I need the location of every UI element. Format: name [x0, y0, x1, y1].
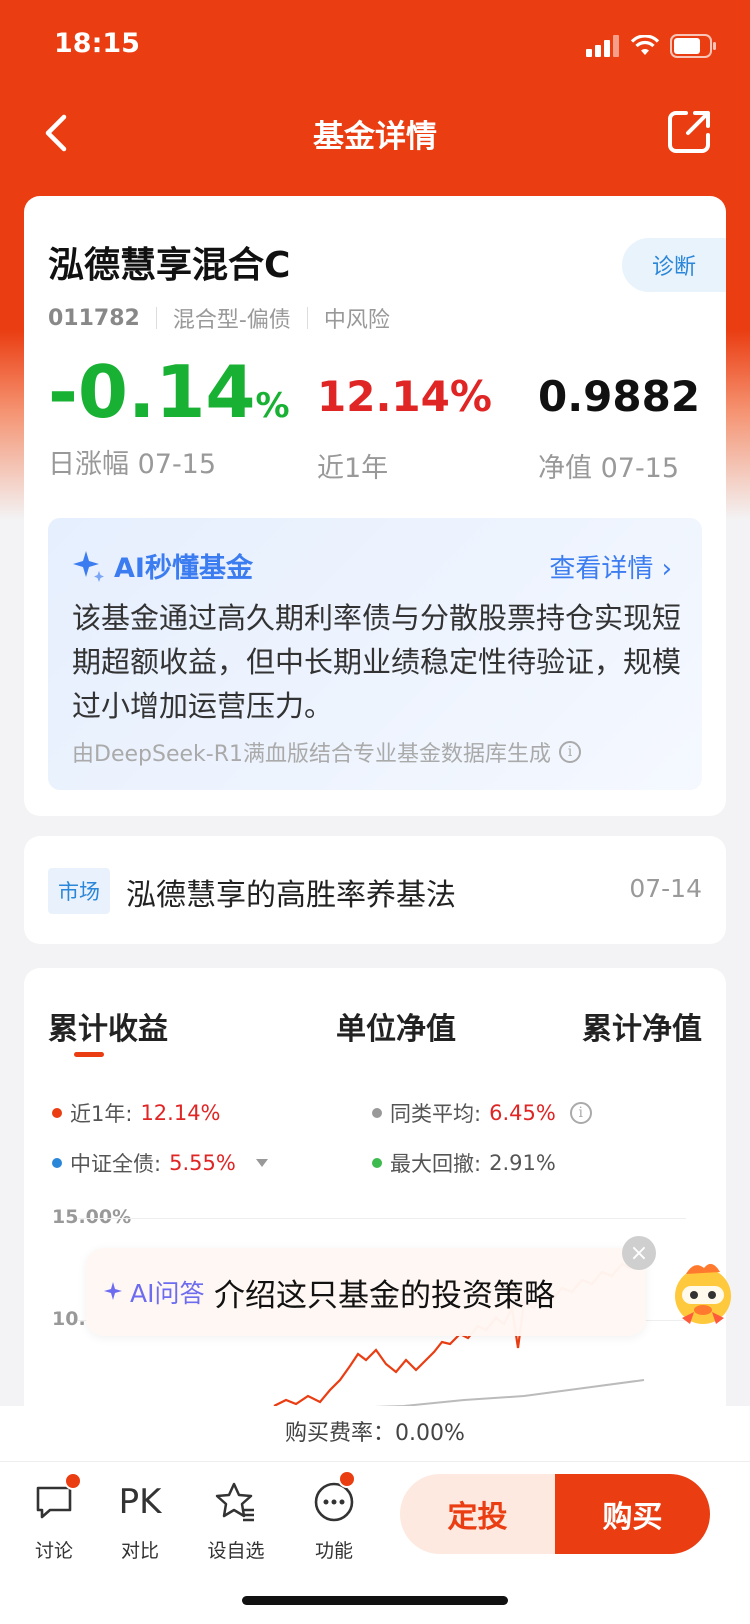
ai-summary-header: AI秒懂基金 [72, 546, 253, 585]
wifi-icon [630, 35, 660, 55]
trade-buttons: 定投 购买 [400, 1474, 710, 1554]
auto-invest-button[interactable]: 定投 [400, 1474, 555, 1554]
sparkle-icon [73, 550, 104, 582]
grid-line [78, 1218, 686, 1219]
star-list-icon [196, 1478, 276, 1526]
daily-change-label: 日涨幅 07-15 [48, 449, 217, 480]
chat-icon [14, 1472, 94, 1526]
legend-item-max-drawdown: 最大回撤: 2.91% [372, 1148, 556, 1178]
fund-risk: 中风险 [323, 308, 390, 333]
battery-icon [670, 34, 716, 58]
add-watchlist-button[interactable]: 设自选 [196, 1478, 276, 1563]
ai-ask-question: 介绍这只基金的投资策略 [214, 1278, 555, 1314]
daily-change-metric: -0.14% 日涨幅 07-15 [48, 356, 290, 481]
news-card[interactable]: 市场 泓德慧享的高胜率养基法 07-14 [24, 836, 726, 944]
news-date: 07-14 [629, 874, 702, 903]
share-button[interactable] [664, 105, 716, 157]
legend-dot [372, 1108, 382, 1118]
ai-ask-tag: AI问答 [104, 1274, 204, 1310]
tab-cumulative-return[interactable]: 累计收益 [48, 1004, 168, 1048]
more-icon [294, 1470, 374, 1526]
buy-button[interactable]: 购买 [555, 1474, 710, 1554]
notification-badge [64, 1472, 82, 1490]
ai-details-link[interactable]: 查看详情 › [549, 548, 672, 585]
y-tick-label: 15.00% [52, 1206, 132, 1228]
nav-label: 净值 07-15 [538, 453, 680, 484]
page-title: 基金详情 [313, 119, 437, 155]
chevron-right-icon: › [661, 554, 672, 584]
notification-badge [338, 1470, 356, 1488]
legend-item-1y: 近1年: 12.14% [52, 1098, 221, 1128]
year-return-label: 近1年 [317, 453, 389, 484]
info-icon[interactable]: i [569, 1102, 592, 1124]
mascot-icon[interactable] [664, 1252, 742, 1330]
caret-down-icon [255, 1159, 268, 1167]
home-indicator [242, 1596, 508, 1605]
legend-item-peer-average: 同类平均: 6.45% i [372, 1098, 592, 1128]
news-tag: 市场 [48, 868, 110, 914]
legend-dot [52, 1108, 62, 1118]
chart-tabs: 累计收益 单位净值 累计净值 [48, 1004, 702, 1074]
purchase-fee-bar: 购买费率：0.00% [0, 1406, 750, 1462]
signal-icon [586, 35, 619, 57]
year-return-metric: 12.14% 近1年 [317, 376, 492, 485]
fund-meta: 011782 混合型-偏债 中风险 [48, 302, 390, 334]
fund-summary-card: 泓德慧享混合C 诊断 011782 混合型-偏债 中风险 -0.14% 日涨幅 … [24, 196, 726, 816]
pk-icon: PK [118, 1482, 162, 1522]
tab-unit-nav[interactable]: 单位净值 [336, 1004, 456, 1048]
info-icon[interactable]: i [558, 741, 581, 763]
status-time: 18:15 [54, 28, 140, 59]
discuss-button[interactable]: 讨论 [14, 1472, 94, 1563]
year-return-value: 12.14% [317, 372, 492, 421]
legend-dot [52, 1158, 62, 1168]
fund-type: 混合型-偏债 [172, 308, 291, 333]
ai-ask-bubble[interactable]: AI问答 介绍这只基金的投资策略 × [86, 1236, 656, 1336]
active-tab-indicator [74, 1052, 104, 1057]
percent-unit: % [255, 386, 290, 426]
divider [155, 307, 157, 329]
fund-code: 011782 [48, 305, 140, 331]
ai-summary-text: 该基金通过高久期利率债与分散股票持仓实现短期超额收益，但中长期业绩稳定性待验证，… [72, 601, 682, 723]
tab-cumulative-nav[interactable]: 累计净值 [582, 1004, 702, 1048]
more-functions-button[interactable]: 功能 [294, 1470, 374, 1563]
ai-summary-box[interactable]: AI秒懂基金 查看详情 › 该基金通过高久期利率债与分散股票持仓实现短期超额收益… [48, 518, 702, 790]
status-bar: 18:15 [0, 0, 750, 90]
news-title: 泓德慧享的高胜率养基法 [126, 878, 456, 913]
y-tick-label: 10. [52, 1308, 86, 1330]
ai-source-note: 由DeepSeek-R1满血版结合专业基金数据库生成 i [72, 736, 581, 768]
status-icons [586, 34, 718, 58]
nav-metric: 0.9882 净值 07-15 [538, 376, 700, 485]
nav-value: 0.9882 [538, 372, 701, 421]
ai-summary-title: AI秒懂基金 [114, 553, 253, 584]
close-icon[interactable]: × [622, 1236, 656, 1270]
share-icon [668, 111, 710, 153]
compare-button[interactable]: PK 对比 [100, 1478, 180, 1563]
nav-bar: 基金详情 [0, 95, 750, 171]
legend-item-benchmark[interactable]: 中证全债: 5.55% [52, 1148, 268, 1178]
fund-name: 泓德慧享混合C [48, 245, 291, 286]
divider [306, 307, 308, 329]
legend-dot [372, 1158, 382, 1168]
sparkle-icon [104, 1282, 122, 1300]
diagnose-button[interactable]: 诊断 [622, 238, 726, 292]
daily-change-value: -0.14% [48, 350, 290, 434]
